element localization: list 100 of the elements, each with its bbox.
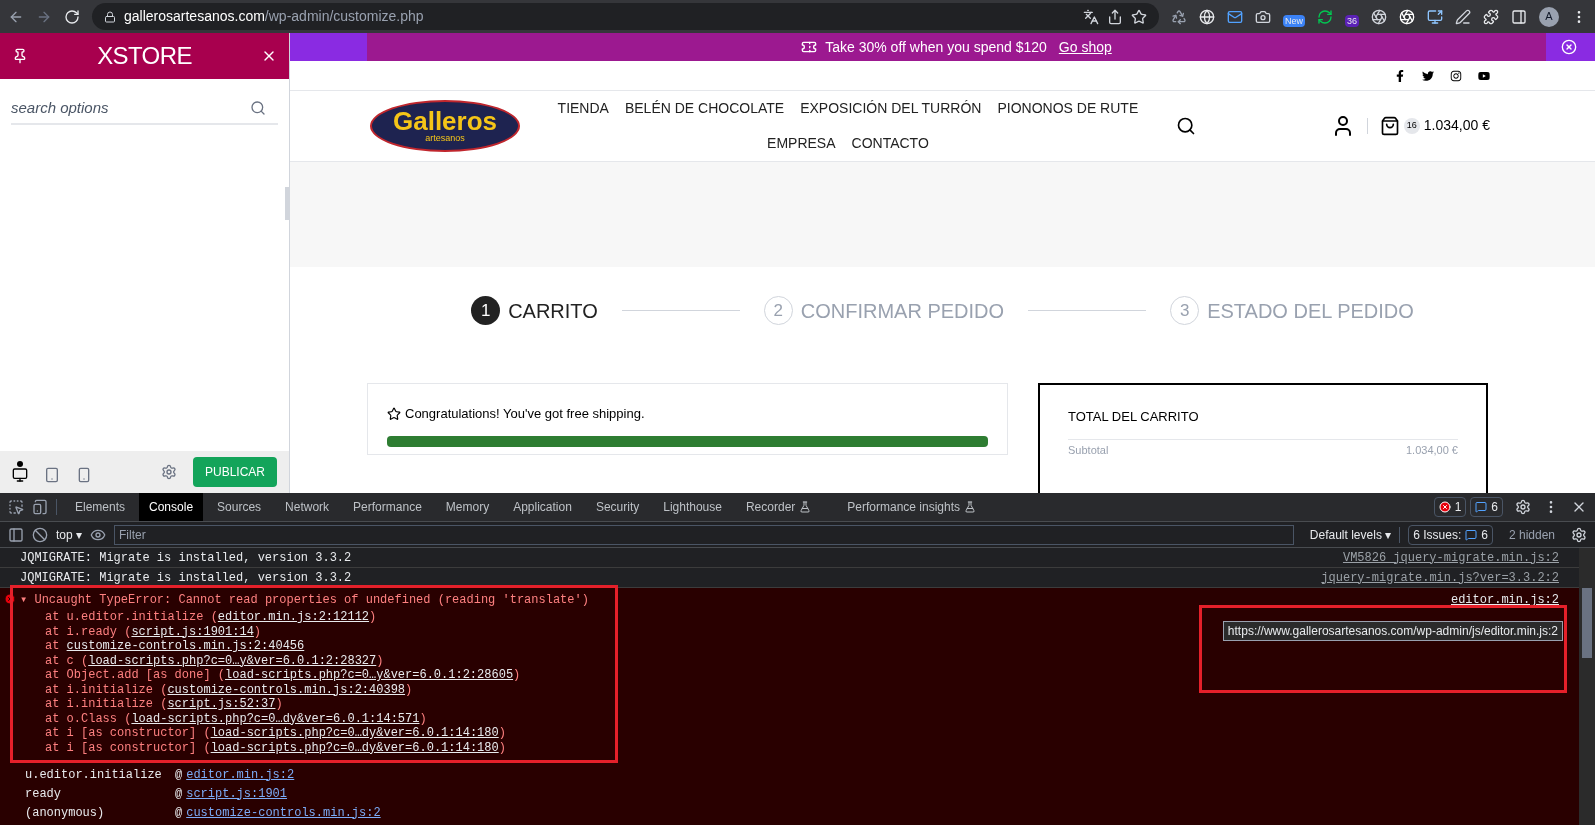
site-logo[interactable]: Galleros artesanos: [370, 99, 520, 152]
stack-frame: at customize-controls.min.js:2:40456: [45, 639, 305, 654]
source-link[interactable]: customize-controls.min.js:2: [186, 803, 381, 822]
filter-field[interactable]: Filter: [114, 524, 1294, 545]
screen-icon[interactable]: [1427, 8, 1443, 25]
error-count[interactable]: 1: [1433, 497, 1467, 517]
devtools-tab[interactable]: Sources: [207, 493, 272, 521]
subtotal-value: 1.034,00 €: [1406, 442, 1458, 458]
instagram-icon[interactable]: [1450, 69, 1462, 82]
count-badge[interactable]: 36: [1345, 14, 1359, 27]
nav-link[interactable]: EMPRESA: [767, 132, 836, 154]
star-icon[interactable]: [1130, 8, 1147, 25]
devtools-tab[interactable]: Network: [275, 493, 340, 521]
globe-icon[interactable]: [1198, 8, 1215, 25]
profile-avatar[interactable]: A: [1539, 6, 1559, 27]
step-label: CONFIRMAR PEDIDO: [800, 298, 1005, 324]
source-link[interactable]: editor.min.js:2: [186, 765, 295, 784]
star-icon: [387, 406, 401, 421]
pen-icon[interactable]: [1455, 8, 1471, 25]
nav-link[interactable]: TIENDA: [557, 97, 609, 119]
source-link[interactable]: script.js:1901: [186, 784, 288, 803]
devtools-tab[interactable]: Performance insights: [837, 493, 987, 521]
camera-icon[interactable]: [1254, 8, 1271, 25]
function-name: u.editor.initialize: [25, 766, 163, 784]
devtools-tab[interactable]: Application: [503, 493, 582, 521]
levels-dropdown[interactable]: Default levels ▾: [1309, 525, 1392, 544]
search-icon: [250, 100, 266, 116]
message-count[interactable]: 6: [1470, 497, 1503, 517]
device-toggle[interactable]: [12, 461, 28, 483]
facebook-icon[interactable]: [1394, 69, 1406, 82]
scrollbar-track[interactable]: [1579, 548, 1595, 825]
issues-button[interactable]: 6 Issues: 6: [1408, 524, 1493, 545]
step-label: CARRITO: [508, 298, 598, 324]
stack-frame: at Object.add [as done] (load-scripts.php?c=0…y&ver=6.0.1:2:28605): [45, 668, 521, 683]
devtools-tab[interactable]: Elements: [65, 493, 136, 521]
function-name: (anonymous): [25, 804, 106, 822]
log-message: JQMIGRATE: Migrate is installed, version 3.3.2: [20, 569, 352, 587]
scrollbar-thumb[interactable]: [285, 187, 289, 220]
stack-frame: at i [as constructor] (load-scripts.php?c=0…dy&ver=6.0.1:14:180): [45, 740, 506, 755]
at-sign: @: [175, 804, 183, 822]
sidebar-toggle-icon[interactable]: [8, 526, 24, 543]
stack-frame: at i [as constructor] (load-scripts.php?c=0…dy&ver=6.0.1:14:180): [45, 726, 506, 741]
source-link[interactable]: editor.min.js:2: [1450, 591, 1559, 609]
settings-icon[interactable]: [1515, 499, 1531, 515]
devtools-tab[interactable]: Console: [139, 493, 204, 521]
totals-title: TOTAL DEL CARRITO: [1068, 407, 1458, 440]
close-icon[interactable]: [1561, 39, 1577, 56]
cart-icon[interactable]: [1379, 115, 1400, 136]
devtools-tab[interactable]: Memory: [435, 493, 500, 521]
grammar-icon[interactable]: [1317, 8, 1333, 25]
search-icon[interactable]: [1175, 115, 1196, 136]
promo-link[interactable]: Go shop: [1058, 36, 1112, 58]
hidden-count: 2 hidden: [1507, 526, 1556, 544]
error-icon: [4, 593, 16, 605]
pin-icon[interactable]: [12, 48, 28, 64]
stack-frame: at o.Class (load-scripts.php?c=0…dy&ver=6.0.1:14:571): [45, 711, 427, 726]
youtube-icon[interactable]: [1478, 69, 1490, 82]
stack-frame: at u.editor.initialize (editor.min.js:2:12112): [45, 610, 377, 625]
source-link[interactable]: jquery-migrate.min.js?ver=3.3.2:2: [1321, 568, 1559, 587]
reload-icon[interactable]: [64, 8, 80, 25]
device-toolbar-icon[interactable]: [32, 499, 48, 515]
twitter-icon[interactable]: [1422, 69, 1434, 82]
translate-icon[interactable]: [1082, 8, 1099, 25]
devtools-tab[interactable]: Security: [585, 493, 650, 521]
stack-frame: at i.initialize (script.js:52:37): [45, 697, 283, 712]
devtools-tab[interactable]: Lighthouse: [653, 493, 732, 521]
at-sign: @: [175, 785, 183, 803]
scrollbar-thumb[interactable]: [1582, 588, 1592, 658]
inspect-icon[interactable]: [8, 499, 24, 515]
devtools-tab[interactable]: Performance: [343, 493, 432, 521]
side-panel-icon[interactable]: [1511, 8, 1527, 25]
nav-link[interactable]: EXPOSICIÓN DEL TURRÓN: [800, 97, 982, 119]
address-bar[interactable]: gallerosartesanos.com/wp-admin/customize.php: [92, 3, 1159, 30]
brand-logo: XSTORE: [97, 41, 192, 71]
message-icon: [1465, 528, 1478, 541]
mail-icon[interactable]: [1226, 8, 1243, 25]
devtools-tab[interactable]: Recorder: [735, 493, 822, 521]
function-name: ready: [25, 785, 62, 803]
nav-link[interactable]: PIONONOS DE RUTE: [997, 97, 1139, 119]
tooltip: https://www.gallerosartesanos.com/wp-admin/js/editor.min.js:2: [1222, 621, 1563, 641]
shipping-message: Congratulations! You've got free shipping.: [405, 405, 645, 423]
share-icon[interactable]: [1106, 8, 1123, 25]
extensions-icon[interactable]: [1483, 8, 1499, 25]
console-settings-icon[interactable]: [1571, 526, 1587, 543]
clear-console-icon[interactable]: [32, 526, 48, 543]
recycle-icon[interactable]: [1170, 8, 1187, 25]
step-number: 1: [471, 296, 501, 326]
error-message[interactable]: ▾ Uncaught TypeError: Cannot read properties of undefined (reading 'translate'): [20, 591, 589, 609]
source-link[interactable]: VM5826 jquery-migrate.min.js:2: [1342, 548, 1559, 567]
url-text: gallerosartesanos.com/wp-admin/customize.php: [124, 7, 424, 26]
nav-link[interactable]: CONTACTO: [851, 132, 929, 154]
error-icon: [1438, 501, 1451, 513]
context-dropdown[interactable]: top ▾: [56, 525, 83, 544]
nav-link[interactable]: BELÉN DE CHOCOLATE: [624, 97, 785, 119]
aperture-icon[interactable]: [1371, 8, 1387, 25]
search-field[interactable]: search options: [11, 91, 278, 125]
step-label: ESTADO DEL PEDIDO: [1207, 298, 1414, 324]
cart-count: 16: [1403, 117, 1420, 134]
promo-text: Take 30% off when you spend $120: [825, 37, 1047, 57]
stack-frame: at c (load-scripts.php?c=0…y&ver=6.0.1:2:28327): [45, 653, 384, 668]
